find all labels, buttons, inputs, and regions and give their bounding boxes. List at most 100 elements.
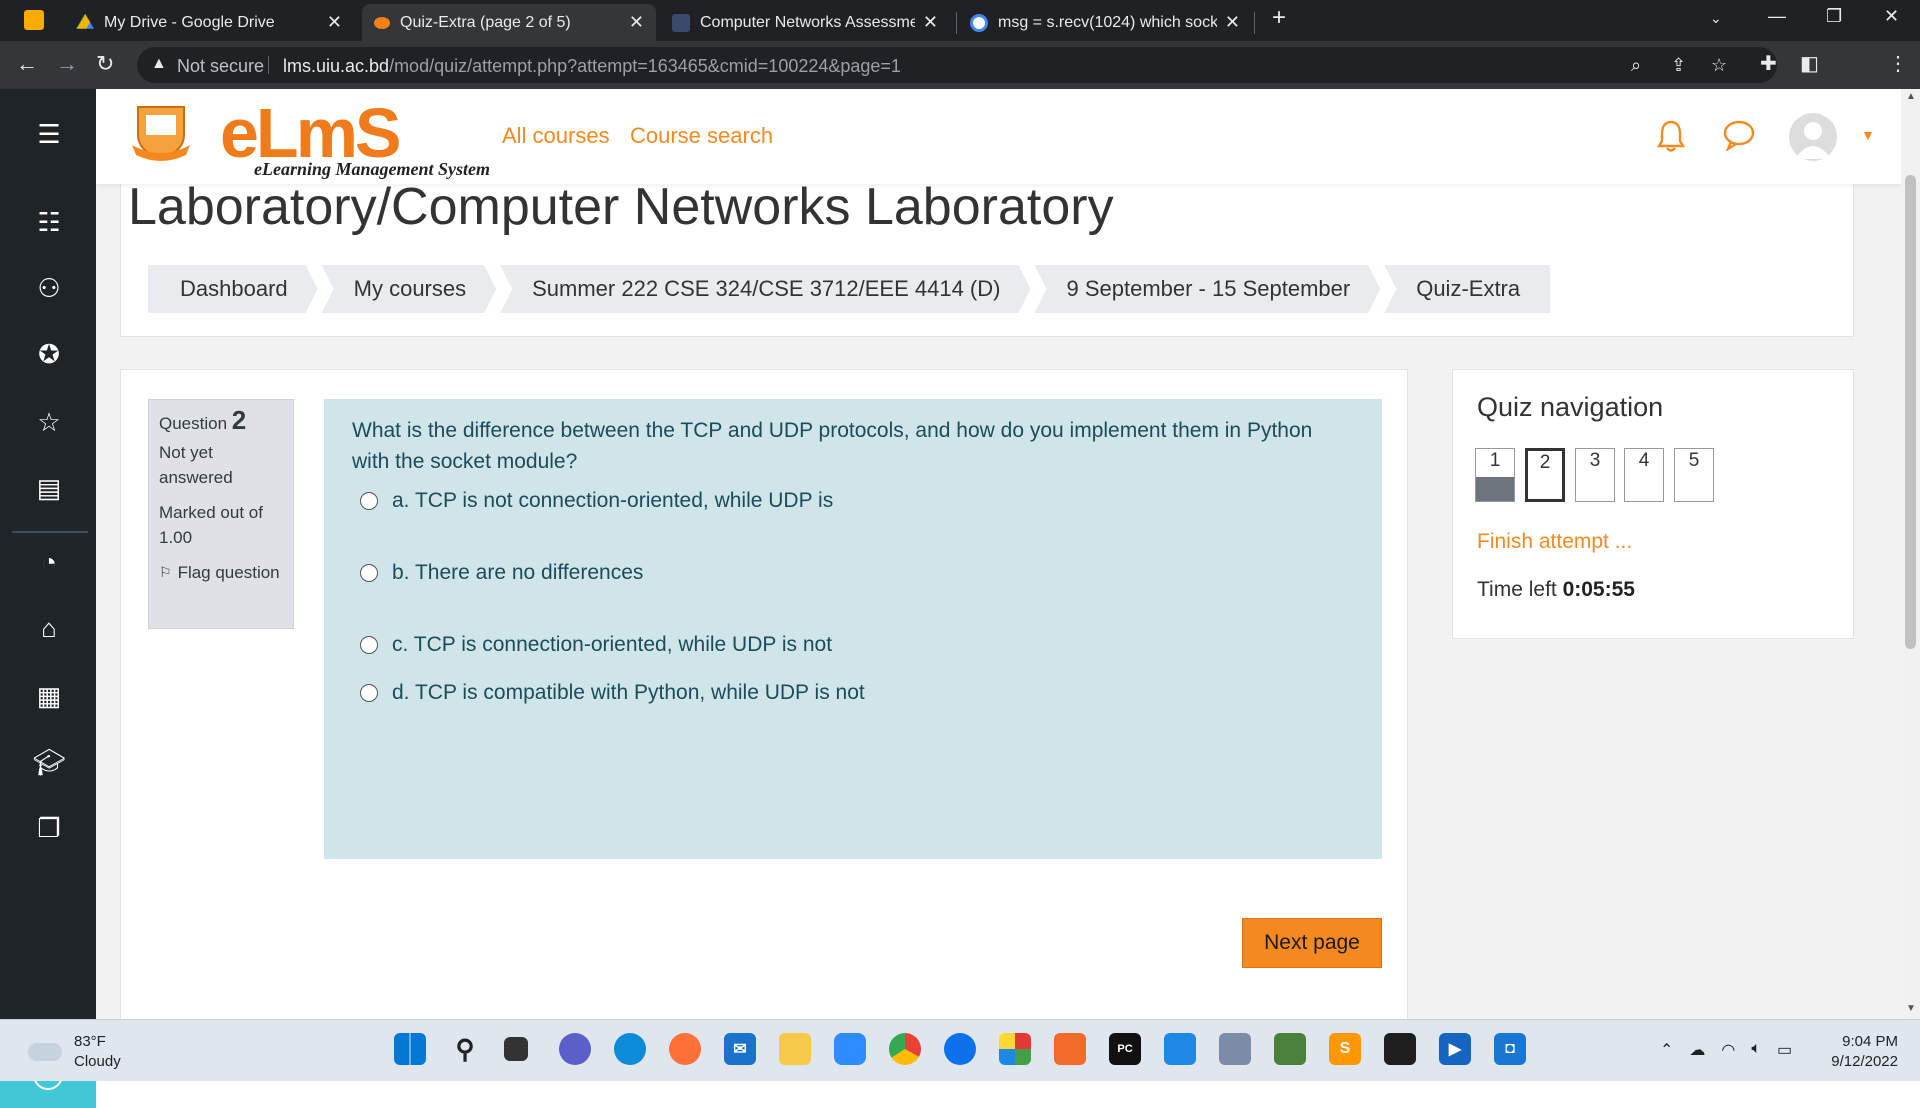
battery-icon[interactable]: ▭	[1777, 1040, 1792, 1060]
page-scrollbar[interactable]: ▲ ▼	[1901, 89, 1920, 1019]
all-courses-link[interactable]: All courses	[502, 123, 610, 149]
hamburger-menu-icon[interactable]: ☰	[34, 119, 64, 149]
messages-chat-icon[interactable]	[1722, 119, 1756, 156]
close-tab-icon[interactable]: ✕	[327, 12, 342, 33]
file-explorer-icon[interactable]	[779, 1033, 811, 1065]
browser-tab-quiz-extra[interactable]: Quiz-Extra (page 2 of 5) ✕	[362, 4, 656, 41]
time-left-label: Time left	[1477, 578, 1557, 601]
tab-list-chevron-icon[interactable]: ⌄	[1710, 10, 1722, 27]
close-tab-icon[interactable]: ✕	[1225, 12, 1240, 33]
university-crest-logo[interactable]	[130, 101, 192, 163]
weather-widget[interactable]: 83°F Cloudy	[28, 1032, 121, 1072]
mail-icon[interactable]: ✉	[724, 1033, 756, 1065]
notification-bell-icon[interactable]	[1656, 119, 1686, 158]
teams-chat-icon[interactable]	[559, 1033, 591, 1065]
sublime-text-icon[interactable]: S	[1329, 1033, 1361, 1065]
windows-start-icon[interactable]	[394, 1033, 426, 1065]
search-icon[interactable]: ⚲	[449, 1033, 481, 1065]
graduation-cap-icon[interactable]: 🎓︎	[33, 747, 66, 777]
app-icon[interactable]: ◘	[1494, 1033, 1526, 1065]
browser-tab-google-drive[interactable]: My Drive - Google Drive ✕	[64, 4, 354, 41]
finish-attempt-link[interactable]: Finish attempt ...	[1477, 530, 1632, 554]
side-panel-icon[interactable]: ◧	[1800, 51, 1819, 76]
extensions-puzzle-icon[interactable]: ✚	[1760, 51, 1777, 76]
radio-button[interactable]	[360, 684, 378, 702]
zoom-app-icon[interactable]	[834, 1033, 866, 1065]
quiz-nav-question-2[interactable]: 2	[1525, 448, 1565, 502]
chrome-icon[interactable]	[889, 1033, 921, 1065]
volume-icon[interactable]: 🔈︎	[1751, 1040, 1761, 1060]
breadcrumb-my-courses[interactable]: My courses	[322, 265, 496, 313]
content-bank-icon[interactable]: ❐	[34, 813, 64, 843]
grades-book-icon[interactable]: ▤	[34, 473, 64, 503]
reload-icon[interactable]: ↻	[96, 51, 114, 77]
radio-button[interactable]	[360, 492, 378, 510]
back-arrow-icon[interactable]: ←	[16, 51, 38, 77]
breadcrumb-section[interactable]: 9 September - 15 September	[1034, 265, 1380, 313]
badges-icon[interactable]: ✪	[34, 339, 64, 369]
radio-button[interactable]	[360, 636, 378, 654]
scrollbar-thumb[interactable]	[1905, 175, 1916, 649]
answer-option-d[interactable]: d. TCP is compatible with Python, while …	[360, 681, 865, 705]
edge-icon[interactable]	[614, 1033, 646, 1065]
virtualbox-icon[interactable]	[1219, 1033, 1251, 1065]
clock[interactable]: 9:04 PM 9/12/2022	[1826, 1032, 1898, 1072]
breadcrumb-course[interactable]: Summer 222 CSE 324/CSE 3712/EEE 4414 (D)	[500, 265, 1030, 313]
quiz-nav-question-3[interactable]: 3	[1575, 448, 1615, 502]
onedrive-cloud-icon[interactable]: ☁	[1689, 1040, 1705, 1060]
share-icon[interactable]: ⇪	[1671, 55, 1686, 76]
star-icon[interactable]: ☆	[34, 407, 64, 437]
user-menu-caret-icon[interactable]: ▼	[1861, 127, 1875, 143]
minimize-icon[interactable]: —	[1768, 6, 1786, 27]
address-bar[interactable]: ▲ Not secure lms.uiu.ac.bd/mod/quiz/atte…	[137, 47, 1777, 83]
home-icon[interactable]: ⌂	[34, 613, 64, 643]
forward-arrow-icon[interactable]: →	[56, 51, 78, 77]
security-label: Not secure	[177, 56, 265, 76]
scroll-up-icon[interactable]: ▲	[1906, 91, 1916, 102]
pycharm-icon[interactable]: PC	[1109, 1033, 1141, 1065]
course-search-link[interactable]: Course search	[630, 123, 773, 149]
tray-chevron-up-icon[interactable]: ⌃	[1660, 1040, 1673, 1060]
restore-icon[interactable]: ❐	[1826, 6, 1842, 27]
xampp-icon[interactable]	[1054, 1033, 1086, 1065]
list-icon[interactable]: ☷	[34, 207, 64, 237]
answer-option-c[interactable]: c. TCP is connection-oriented, while UDP…	[360, 633, 832, 657]
tab-title: Quiz-Extra (page 2 of 5)	[400, 13, 571, 31]
media-player-icon[interactable]: ▶	[1439, 1033, 1471, 1065]
quiz-nav-number: 5	[1688, 450, 1700, 471]
calendar-icon[interactable]: ▦	[34, 681, 64, 711]
flag-question-link[interactable]: ⚐ Flag question	[159, 560, 283, 585]
url-text: lms.uiu.ac.bd/mod/quiz/attempt.php?attem…	[283, 56, 901, 77]
close-tab-icon[interactable]: ✕	[629, 12, 644, 33]
browser-tab-computer-networks[interactable]: Computer Networks Assessment ✕	[660, 4, 950, 41]
bookmark-star-icon[interactable]: ☆	[1711, 55, 1727, 76]
packet-tracer-icon[interactable]	[1274, 1033, 1306, 1065]
vscode-icon[interactable]	[1164, 1033, 1196, 1065]
participants-icon[interactable]: ⚇	[34, 273, 64, 303]
radio-button[interactable]	[360, 564, 378, 582]
next-page-button[interactable]: Next page	[1242, 918, 1382, 968]
close-tab-icon[interactable]: ✕	[923, 12, 938, 33]
firefox-icon[interactable]	[669, 1033, 701, 1065]
teamviewer-icon[interactable]	[944, 1033, 976, 1065]
new-tab-icon[interactable]: +	[1272, 4, 1286, 32]
close-window-icon[interactable]: ✕	[1884, 6, 1899, 27]
tab-search-icon[interactable]	[24, 10, 44, 30]
quiz-nav-question-4[interactable]: 4	[1624, 448, 1664, 502]
chrome-menu-icon[interactable]: ⋮	[1888, 51, 1908, 76]
breadcrumb-quiz[interactable]: Quiz-Extra	[1384, 265, 1551, 313]
user-avatar[interactable]	[1789, 113, 1837, 161]
browser-tab-google-search[interactable]: msg = s.recv(1024) which socket ✕	[958, 4, 1252, 41]
breadcrumb-dashboard[interactable]: Dashboard	[148, 265, 318, 313]
task-view-icon[interactable]	[504, 1037, 528, 1061]
quiz-nav-question-5[interactable]: 5	[1674, 448, 1714, 502]
winrar-icon[interactable]	[999, 1033, 1031, 1065]
dashboard-gauge-icon[interactable]: ◔	[34, 547, 64, 577]
answer-option-b[interactable]: b. There are no differences	[360, 561, 643, 585]
answer-option-a[interactable]: a. TCP is not connection-oriented, while…	[360, 489, 833, 513]
scroll-down-icon[interactable]: ▼	[1906, 1003, 1916, 1014]
quiz-nav-question-1[interactable]: 1	[1475, 448, 1515, 502]
figma-icon[interactable]	[1384, 1033, 1416, 1065]
zoom-icon[interactable]: ⌕	[1631, 55, 1641, 76]
wifi-icon[interactable]: ◠	[1721, 1040, 1735, 1060]
